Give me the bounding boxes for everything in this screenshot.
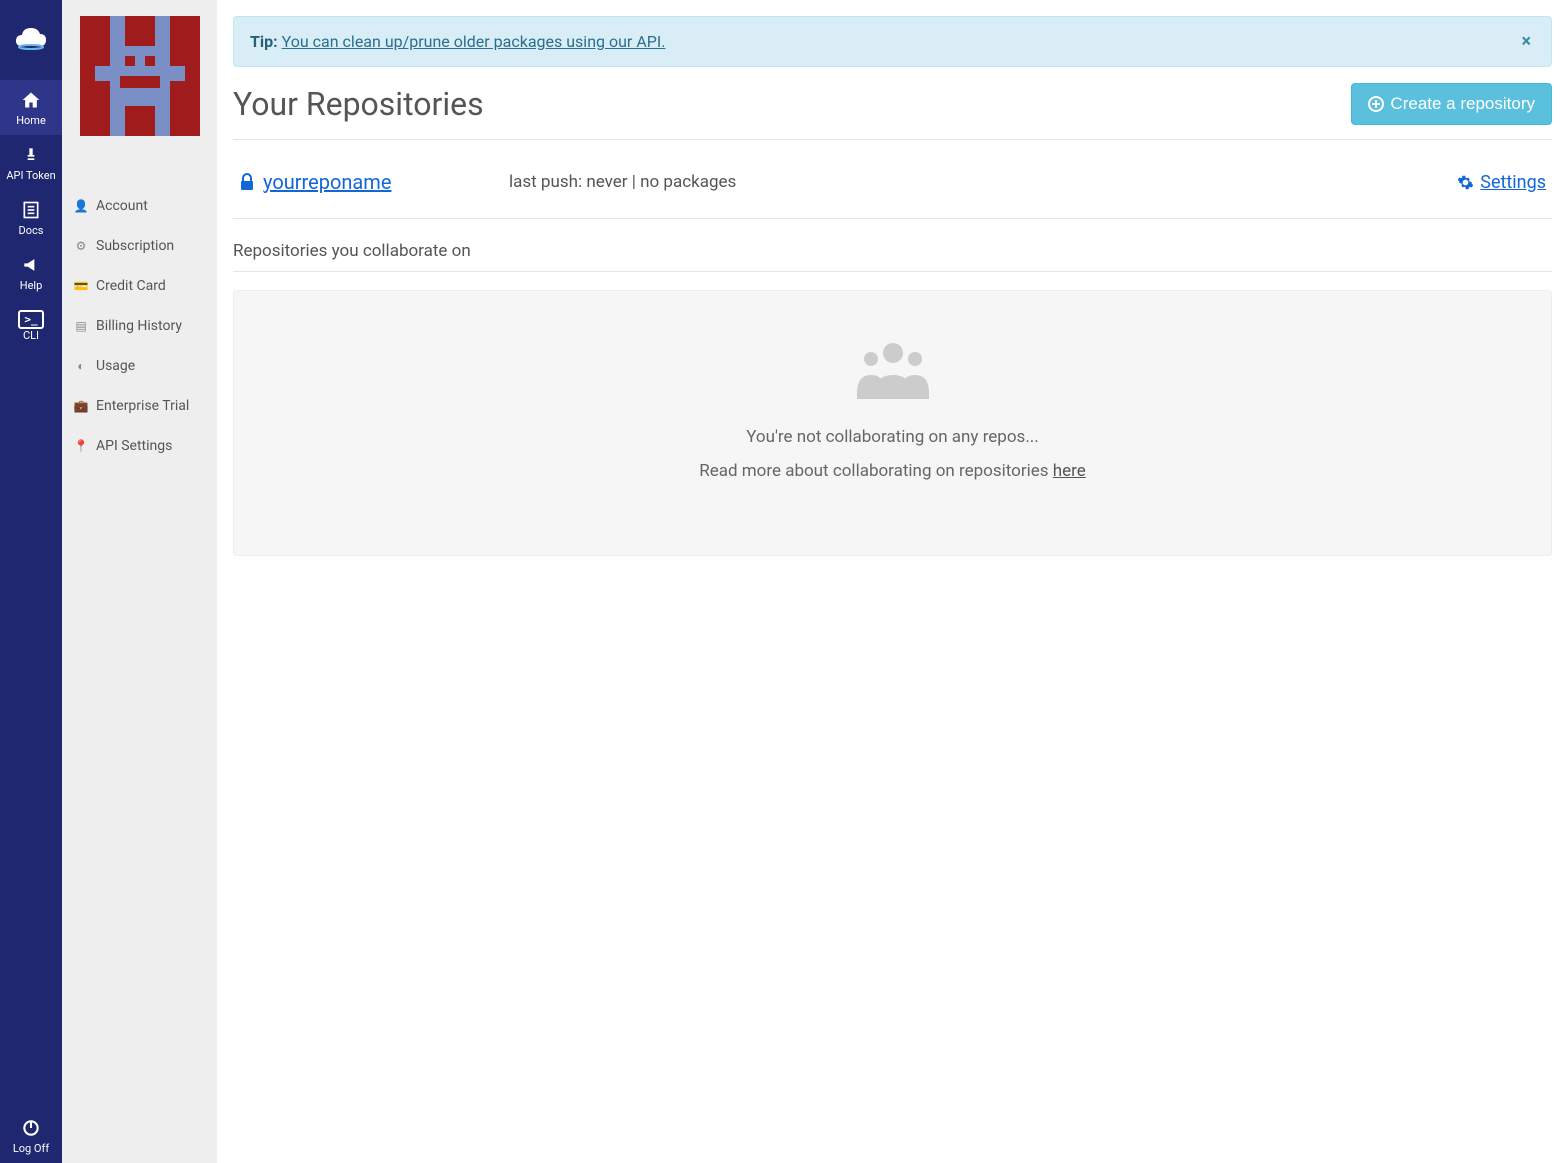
- page-header: Your Repositories Create a repository: [233, 83, 1552, 125]
- repo-name-text: yourreponame: [263, 170, 391, 194]
- briefcase-icon: 💼: [74, 399, 88, 413]
- collab-readmore: Read more about collaborating on reposit…: [254, 461, 1531, 481]
- collab-empty-text: You're not collaborating on any repos...: [254, 427, 1531, 447]
- sidebar-item-label: Enterprise Trial: [96, 398, 189, 414]
- repo-settings-label: Settings: [1480, 172, 1546, 193]
- bullhorn-icon: [21, 255, 41, 275]
- repo-settings-link[interactable]: Settings: [1457, 172, 1546, 193]
- nav-home-label: Home: [16, 114, 46, 127]
- create-repository-label: Create a repository: [1390, 94, 1535, 114]
- avatar: [80, 16, 200, 136]
- gauge-icon: ◐: [74, 359, 88, 373]
- home-icon: [21, 90, 41, 110]
- sidebar: 👤 Account ⚙ Subscription 💳 Credit Card ▤ Bil…: [62, 0, 217, 1163]
- tip-label: Tip:: [250, 32, 278, 51]
- tip-link[interactable]: You can clean up/prune older packages us…: [282, 32, 666, 51]
- nav-rail: Home API Token Docs Help >_ CLI Log Off: [0, 0, 62, 1163]
- collab-heading: Repositories you collaborate on: [233, 241, 1552, 272]
- create-repository-button[interactable]: Create a repository: [1351, 83, 1552, 125]
- cloud-icon: [16, 28, 46, 52]
- repo-row: yourreponame last push: never | no packa…: [233, 160, 1552, 219]
- nav-docs-label: Docs: [19, 224, 44, 237]
- separator: [233, 139, 1552, 140]
- nav-logoff[interactable]: Log Off: [0, 1108, 62, 1163]
- sidebar-item-label: Usage: [96, 358, 135, 374]
- sidebar-item-usage[interactable]: ◐ Usage: [62, 346, 217, 386]
- user-icon: 👤: [74, 199, 88, 213]
- pin-icon: 📍: [74, 439, 88, 453]
- alert-close-button[interactable]: ×: [1517, 31, 1535, 52]
- sidebar-item-label: Credit Card: [96, 278, 166, 294]
- lock-icon: [239, 173, 255, 191]
- nav-cli[interactable]: >_ CLI: [0, 300, 62, 350]
- sidebar-item-label: Billing History: [96, 318, 182, 334]
- nav-logoff-label: Log Off: [13, 1142, 49, 1155]
- cli-icon: >_: [18, 310, 43, 329]
- nav-help-label: Help: [20, 279, 43, 292]
- nav-help[interactable]: Help: [0, 245, 62, 300]
- card-icon: 💳: [74, 279, 88, 293]
- key-icon: [21, 145, 41, 165]
- sidebar-item-label: Subscription: [96, 238, 174, 254]
- logo[interactable]: [0, 0, 62, 80]
- gear-icon: ⚙: [74, 239, 88, 253]
- nav-cli-label: CLI: [23, 329, 39, 342]
- nav-api-token-label: API Token: [6, 169, 55, 182]
- doc-icon: [21, 200, 41, 220]
- list-icon: ▤: [74, 319, 88, 333]
- collab-readmore-link[interactable]: here: [1053, 461, 1086, 481]
- sidebar-item-enterprise-trial[interactable]: 💼 Enterprise Trial: [62, 386, 217, 426]
- sidebar-item-api-settings[interactable]: 📍 API Settings: [62, 426, 217, 466]
- nav-docs[interactable]: Docs: [0, 190, 62, 245]
- gear-icon: [1457, 174, 1474, 191]
- sidebar-item-credit-card[interactable]: 💳 Credit Card: [62, 266, 217, 306]
- sidebar-item-label: API Settings: [96, 438, 172, 454]
- page-title: Your Repositories: [233, 85, 484, 123]
- sidebar-item-subscription[interactable]: ⚙ Subscription: [62, 226, 217, 266]
- side-menu: 👤 Account ⚙ Subscription 💳 Credit Card ▤ Bil…: [62, 186, 217, 466]
- collab-readmore-prefix: Read more about collaborating on reposit…: [699, 461, 1053, 481]
- sidebar-item-account[interactable]: 👤 Account: [62, 186, 217, 226]
- sidebar-item-label: Account: [96, 198, 148, 214]
- nav-api-token[interactable]: API Token: [0, 135, 62, 190]
- repo-link[interactable]: yourreponame: [239, 170, 509, 194]
- tip-alert: Tip: You can clean up/prune older packag…: [233, 16, 1552, 67]
- main-content: Tip: You can clean up/prune older packag…: [217, 0, 1568, 1163]
- power-icon: [21, 1118, 41, 1138]
- people-icon: [254, 341, 1531, 403]
- sidebar-item-billing-history[interactable]: ▤ Billing History: [62, 306, 217, 346]
- nav-home[interactable]: Home: [0, 80, 62, 135]
- repo-status: last push: never | no packages: [509, 172, 736, 192]
- collab-empty-state: You're not collaborating on any repos...…: [233, 290, 1552, 556]
- plus-circle-icon: [1368, 96, 1384, 112]
